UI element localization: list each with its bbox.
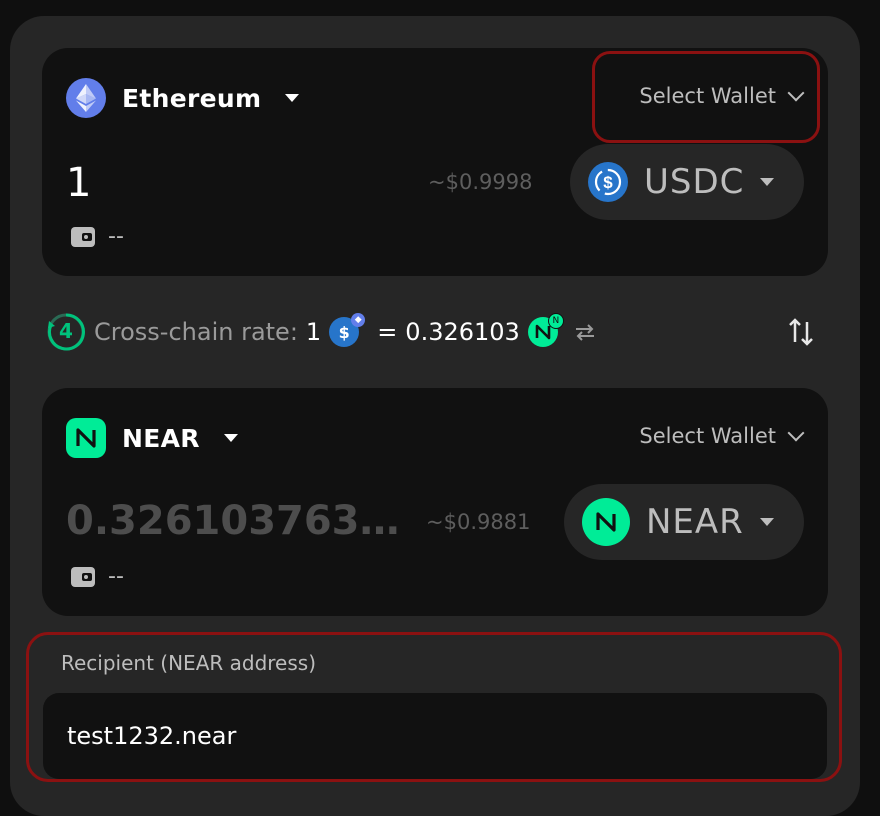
from-chain-selector[interactable]: Ethereum (66, 78, 300, 118)
usdc-small-icon: $ ◆ (329, 313, 366, 347)
to-select-wallet-button[interactable]: Select Wallet (639, 424, 805, 448)
from-chain-name: Ethereum (122, 83, 262, 113)
near-chain-icon (66, 418, 106, 458)
to-chain-name: NEAR (122, 423, 200, 453)
to-balance: -- (70, 564, 124, 589)
swap-direction-button[interactable] (788, 316, 814, 352)
to-amount-output: 0.3261037635... (66, 498, 426, 544)
rate-equals: = (377, 318, 398, 346)
ethereum-badge-icon: ◆ (351, 313, 366, 327)
chevron-down-icon (787, 84, 805, 102)
from-token-selector[interactable]: $ USDC (570, 144, 804, 220)
wallet-icon (71, 226, 95, 247)
chevron-down-icon (787, 424, 805, 442)
swap-rate-icon[interactable] (572, 319, 598, 345)
to-token-name: NEAR (646, 502, 744, 542)
recipient-section: Recipient (NEAR address) (26, 632, 842, 782)
rate-row: 4 Cross-chain rate: 1 $ ◆ = 0.326103 N (46, 312, 598, 352)
caret-down-icon (759, 518, 774, 526)
svg-text:$: $ (603, 173, 613, 192)
swap-direction-icon (789, 318, 813, 346)
near-small-icon: N (527, 313, 564, 347)
to-chain-selector[interactable]: NEAR (66, 418, 238, 458)
from-card: Ethereum Select Wallet 1 ~$0.9998 $ USDC… (42, 48, 828, 276)
rate-to-amount: 0.326103 (405, 318, 520, 346)
step-badge: 4 (59, 319, 73, 343)
from-select-wallet-button[interactable]: Select Wallet (639, 84, 805, 108)
ethereum-icon (66, 78, 106, 118)
caret-down-icon (760, 178, 775, 186)
caret-down-icon (285, 94, 300, 102)
to-token-selector[interactable]: NEAR (564, 484, 804, 560)
usdc-icon: $ (588, 162, 628, 202)
to-balance-value: -- (108, 564, 124, 589)
rate-label: Cross-chain rate: (94, 318, 298, 346)
refresh-timer-icon[interactable]: 4 (46, 312, 86, 352)
from-amount-input[interactable]: 1 (66, 160, 91, 206)
from-balance-value: -- (108, 224, 124, 249)
wallet-icon (71, 566, 95, 587)
near-badge-icon: N (547, 313, 564, 329)
near-token-icon (582, 498, 630, 546)
from-usd-value: ~$0.9998 (428, 170, 533, 194)
caret-down-icon (223, 434, 238, 442)
to-usd-value: ~$0.9881 (426, 510, 531, 534)
from-balance: -- (70, 224, 124, 249)
recipient-input[interactable] (43, 693, 827, 779)
rate-from-amount: 1 (305, 318, 322, 346)
to-card: NEAR Select Wallet 0.3261037635... ~$0.9… (42, 388, 828, 616)
select-wallet-label: Select Wallet (639, 424, 776, 448)
recipient-label: Recipient (NEAR address) (61, 651, 316, 675)
select-wallet-label: Select Wallet (639, 84, 776, 108)
from-token-name: USDC (644, 162, 745, 202)
